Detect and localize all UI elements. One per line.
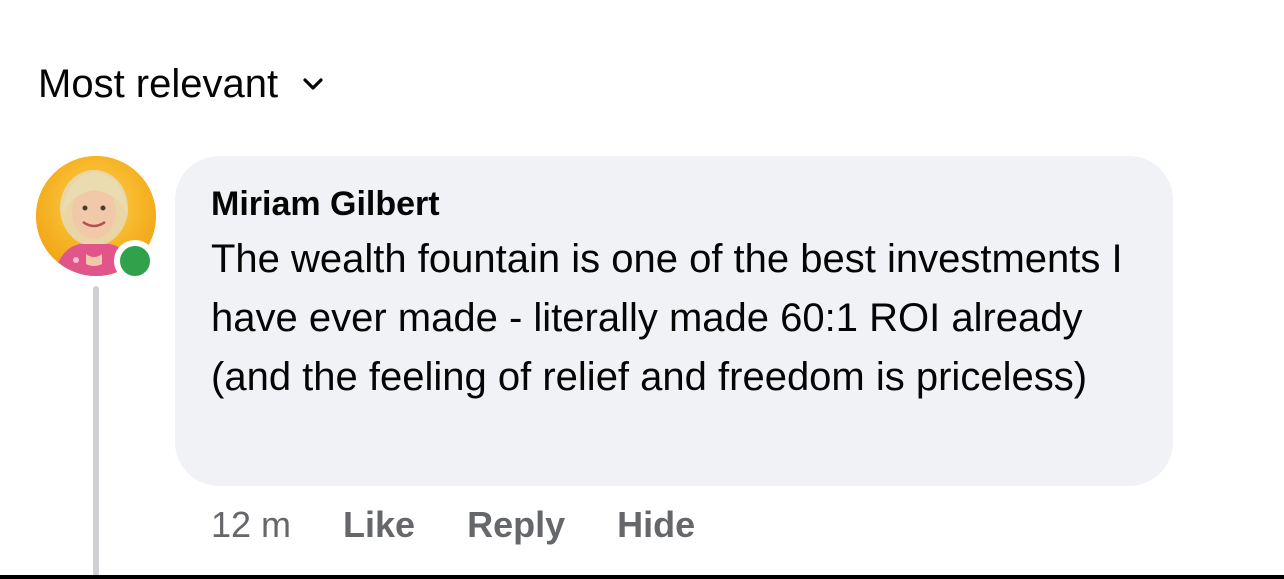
comments-section: Most relevant Miriam Gilbert The wealth …: [0, 0, 1284, 579]
chevron-down-icon: [300, 71, 326, 97]
comment-author[interactable]: Miriam Gilbert: [211, 182, 1139, 226]
sort-dropdown[interactable]: Most relevant: [38, 58, 326, 110]
comment-timestamp[interactable]: 12 m: [211, 502, 291, 548]
reply-button[interactable]: Reply: [467, 502, 565, 548]
like-button[interactable]: Like: [343, 502, 415, 548]
online-status-badge: [114, 240, 156, 282]
comment-bubble: Miriam Gilbert The wealth fountain is on…: [175, 156, 1173, 486]
thread-line: [93, 286, 99, 579]
comment-text: The wealth fountain is one of the best i…: [211, 237, 1123, 399]
bottom-border: [0, 575, 1284, 579]
hide-button[interactable]: Hide: [617, 502, 695, 548]
sort-label: Most relevant: [38, 62, 279, 106]
comment-actions: 12 m Like Reply Hide: [211, 502, 747, 548]
